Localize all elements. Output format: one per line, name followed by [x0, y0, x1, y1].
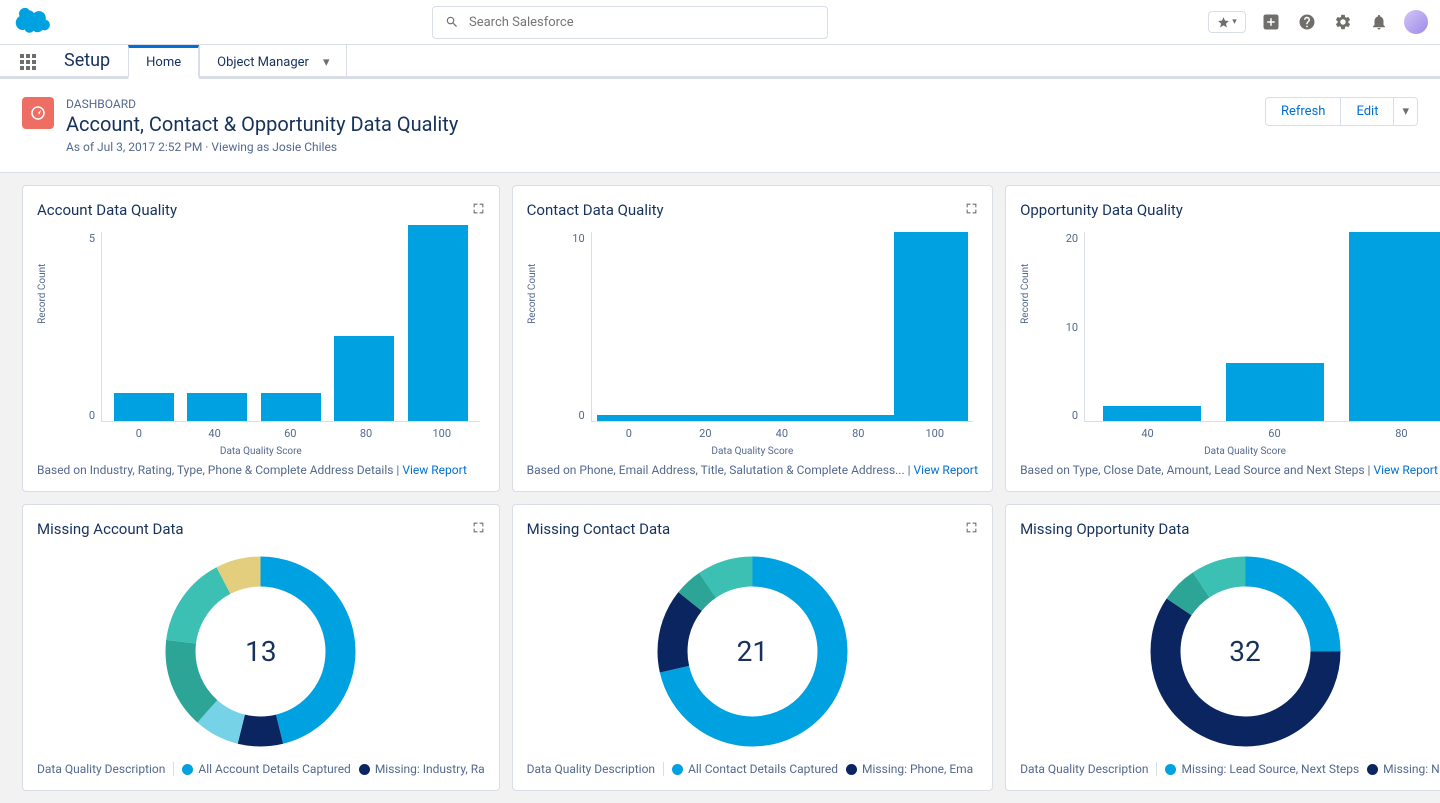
header-body: DASHBOARD Account, Contact & Opportunity… — [66, 97, 1253, 154]
salesforce-logo[interactable] — [12, 7, 52, 37]
legend-item: All Contact Details Captured — [663, 762, 838, 776]
card-title: Opportunity Data Quality — [1020, 201, 1183, 219]
card-title: Missing Account Data — [37, 520, 184, 538]
card-opportunity-data-quality: Opportunity Data Quality Record Count201… — [1005, 185, 1440, 492]
header-actions: ▾ — [1208, 10, 1428, 34]
page-title: Account, Contact & Opportunity Data Qual… — [66, 112, 1253, 136]
dashboard-grid: Account Data Quality Record Count5004060… — [0, 173, 1440, 803]
card-missing-opportunity-data: Missing Opportunity Data 32 Data Quality… — [1005, 504, 1440, 791]
tab-label: Home — [146, 55, 181, 70]
card-footer: Based on Industry, Rating, Type, Phone &… — [37, 463, 485, 477]
global-search[interactable] — [432, 6, 828, 39]
legend-label: Data Quality Description — [1020, 762, 1148, 776]
donut-total: 32 — [1143, 549, 1348, 754]
tab-object-manager[interactable]: Object Manager ▾ — [199, 45, 347, 79]
expand-button[interactable] — [472, 519, 485, 538]
legend-item: Missing: Phone, Ema — [846, 762, 973, 776]
card-title: Contact Data Quality — [527, 201, 664, 219]
nav-tabs: Home Object Manager ▾ — [128, 45, 347, 76]
help-button[interactable] — [1296, 11, 1318, 33]
tab-label: Object Manager — [217, 55, 309, 70]
waffle-icon — [20, 54, 36, 70]
view-report-link[interactable]: View Report — [914, 463, 979, 477]
user-avatar[interactable] — [1404, 10, 1428, 34]
notifications-button[interactable] — [1368, 11, 1390, 33]
expand-button[interactable] — [472, 200, 485, 219]
search-input[interactable] — [469, 15, 815, 30]
header-buttons: Refresh Edit ▾ — [1265, 97, 1418, 126]
app-nav: Setup Home Object Manager ▾ — [0, 45, 1440, 79]
card-footer: Based on Type, Close Date, Amount, Lead … — [1020, 463, 1440, 477]
global-header: ▾ — [0, 0, 1440, 45]
expand-button[interactable] — [965, 519, 978, 538]
card-title: Missing Opportunity Data — [1020, 520, 1189, 538]
edit-button[interactable]: Edit — [1341, 97, 1394, 126]
bar-chart: Record Count20100406080Data Quality Scor… — [1020, 227, 1440, 457]
donut-chart: 21 — [527, 546, 978, 756]
legend-item: Missing: Next St — [1367, 762, 1440, 776]
search-container — [432, 6, 828, 39]
gear-icon — [1334, 13, 1352, 31]
chevron-down-icon: ▾ — [323, 55, 330, 70]
legend-dot — [672, 764, 683, 775]
legend-dot — [359, 764, 370, 775]
header-eyebrow: DASHBOARD — [66, 97, 1253, 111]
expand-button[interactable] — [965, 200, 978, 219]
view-report-link[interactable]: View Report — [1373, 463, 1438, 477]
refresh-button[interactable]: Refresh — [1265, 97, 1341, 126]
chart-legend: Data Quality Description All Contact Det… — [527, 762, 978, 776]
bell-icon — [1370, 13, 1388, 31]
legend-dot — [846, 764, 857, 775]
donut-total: 21 — [650, 549, 855, 754]
plus-icon — [1262, 13, 1280, 31]
more-actions-button[interactable]: ▾ — [1394, 97, 1418, 126]
tab-home[interactable]: Home — [128, 45, 199, 79]
bar-chart: Record Count500406080100Data Quality Sco… — [37, 227, 485, 457]
chart-legend: Data Quality Description Missing: Lead S… — [1020, 762, 1440, 776]
expand-icon — [472, 521, 485, 534]
search-icon — [445, 15, 459, 29]
card-footer: Based on Phone, Email Address, Title, Sa… — [527, 463, 978, 477]
card-missing-account-data: Missing Account Data 13 Data Quality Des… — [22, 504, 500, 791]
chart-legend: Data Quality Description All Account Det… — [37, 762, 485, 776]
app-launcher[interactable] — [10, 45, 46, 79]
legend-dot — [1165, 764, 1176, 775]
add-button[interactable] — [1260, 11, 1282, 33]
legend-item: Missing: Lead Source, Next Steps — [1156, 762, 1359, 776]
card-title: Account Data Quality — [37, 201, 177, 219]
donut-total: 13 — [158, 549, 363, 754]
legend-dot — [182, 764, 193, 775]
card-missing-contact-data: Missing Contact Data 21 Data Quality Des… — [512, 504, 993, 791]
page-header: DASHBOARD Account, Contact & Opportunity… — [0, 79, 1440, 173]
expand-icon — [965, 202, 978, 215]
favorites-dropdown[interactable]: ▾ — [1208, 11, 1246, 33]
bar-chart: Record Count1000204080100Data Quality Sc… — [527, 227, 978, 457]
card-contact-data-quality: Contact Data Quality Record Count1000204… — [512, 185, 993, 492]
star-icon — [1217, 16, 1230, 29]
expand-icon — [472, 202, 485, 215]
legend-item: Missing: Industry, Ra — [359, 762, 485, 776]
question-icon — [1298, 13, 1316, 31]
app-name: Setup — [46, 45, 128, 76]
setup-gear-button[interactable] — [1332, 11, 1354, 33]
header-meta: As of Jul 3, 2017 2:52 PM · Viewing as J… — [66, 140, 1253, 154]
legend-dot — [1367, 764, 1378, 775]
donut-chart: 32 — [1020, 546, 1440, 756]
dashboard-icon — [22, 97, 54, 129]
legend-label: Data Quality Description — [37, 762, 165, 776]
card-title: Missing Contact Data — [527, 520, 671, 538]
view-report-link[interactable]: View Report — [402, 463, 467, 477]
card-account-data-quality: Account Data Quality Record Count5004060… — [22, 185, 500, 492]
legend-label: Data Quality Description — [527, 762, 655, 776]
donut-chart: 13 — [37, 546, 485, 756]
legend-item: All Account Details Captured — [173, 762, 350, 776]
expand-icon — [965, 521, 978, 534]
